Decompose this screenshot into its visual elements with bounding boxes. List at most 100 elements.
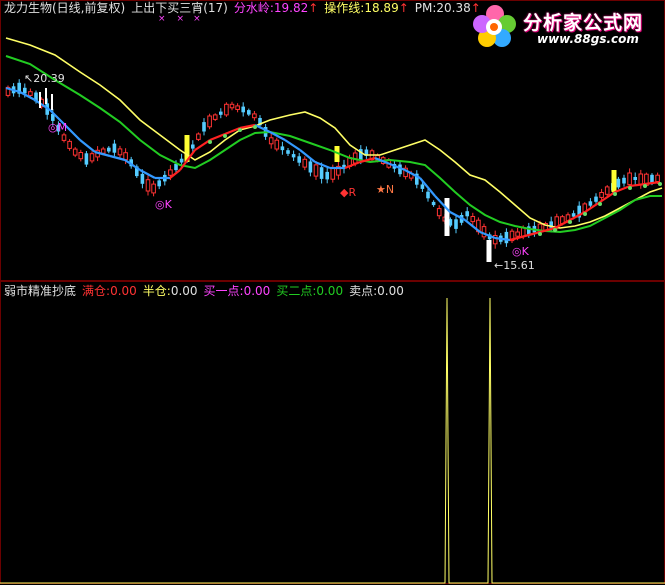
high-marker-value: 20.39 — [33, 72, 65, 85]
candle-body — [622, 177, 626, 184]
candle-body — [72, 148, 78, 156]
mai2-label: 买二点: — [276, 284, 317, 298]
highlight-bar — [486, 240, 492, 262]
caozuoxian-value: 18.89 — [364, 1, 399, 15]
signal-label-m: ◎M — [48, 121, 68, 134]
pm-segment — [239, 123, 256, 130]
candle-body — [89, 153, 95, 162]
mai2-value: 0.00 — [316, 284, 344, 298]
sub-panel-frame — [0, 281, 665, 584]
signal-label-n: ★N — [376, 183, 395, 196]
candle-body — [515, 231, 520, 237]
candle-body — [465, 211, 469, 217]
highlight-bar — [444, 198, 450, 236]
candle-body — [436, 208, 442, 217]
trend-dot — [568, 220, 572, 224]
pm-value: 20.38 — [436, 1, 471, 15]
sub-chart-header: 弱市精准抄底 满仓:0.00 半仓:0.00 买一点:0.00 买二点:0.00 卖点:0… — [4, 284, 410, 298]
candle-body — [633, 177, 637, 180]
candle-body — [588, 201, 593, 206]
trend-dot — [628, 186, 632, 190]
candle-body — [157, 180, 161, 187]
trend-dot — [253, 125, 257, 129]
candle-body — [426, 191, 430, 199]
candle-body — [504, 231, 509, 244]
candle-body — [313, 164, 319, 177]
sub-indicator-name: 弱市精准抄底 — [4, 284, 77, 298]
candle-body — [302, 158, 308, 168]
signal-label-k: ◎K — [155, 198, 172, 211]
pm-label: PM: — [414, 1, 437, 15]
pm-segment — [284, 139, 301, 151]
stock-name: 龙力生物(日线,前复权) — [4, 1, 126, 15]
highlight-bar — [611, 170, 617, 192]
trend-dot — [613, 192, 617, 196]
candle-body — [627, 172, 632, 186]
indicator-name: 上出下买三宵(17) — [131, 1, 228, 15]
trend-dot — [208, 140, 212, 144]
caozuoxian-line — [5, 55, 662, 234]
candle-body — [100, 148, 106, 154]
trend-dot — [553, 228, 557, 232]
x-mark: × — [176, 14, 185, 24]
flower-logo-icon — [473, 5, 516, 47]
candle-body — [219, 111, 223, 115]
candle-body — [330, 167, 336, 180]
trend-dot — [643, 184, 647, 188]
mai1-label: 买一点: — [203, 284, 244, 298]
mai1-value: 0.00 — [243, 284, 271, 298]
pm-segment — [584, 201, 601, 213]
candle-body — [599, 192, 604, 198]
candle-body — [252, 113, 257, 119]
trend-dot — [583, 212, 587, 216]
signal-label-k2: ◎K — [512, 245, 529, 258]
candle-body — [28, 91, 33, 96]
pm-segment — [389, 162, 406, 172]
watermark-url: www.88gs.com — [537, 32, 639, 46]
candle-body — [235, 105, 240, 111]
candle-body — [638, 173, 644, 186]
top-x-marks: × × × — [158, 14, 201, 24]
x-mark: × — [158, 14, 166, 24]
pm-segment — [109, 154, 126, 162]
candle-body — [61, 134, 67, 141]
bancang-label: 半仓: — [142, 284, 171, 298]
mancang-label: 满仓: — [82, 284, 111, 298]
candle-body — [174, 163, 178, 171]
trend-dot — [238, 128, 242, 132]
candle-body — [145, 179, 151, 192]
candle-body — [247, 110, 251, 115]
low-price-marker: ←15.61 — [494, 259, 535, 272]
fenshuiling-arrow-icon: ↑ — [308, 1, 319, 15]
bottom-indicator-line — [0, 297, 665, 584]
maidian-label: 卖点: — [349, 284, 378, 298]
pm-segment — [209, 132, 226, 142]
pm-segment — [79, 139, 96, 153]
candle-body — [655, 174, 660, 182]
pm-segment — [299, 149, 316, 163]
candle-body — [229, 103, 235, 109]
pm-segment — [19, 91, 36, 101]
candle-body — [207, 115, 212, 128]
trend-dot — [538, 232, 542, 236]
candle-body — [431, 201, 436, 206]
trend-dot — [223, 134, 227, 138]
fenshuiling-value: 19.82 — [273, 1, 309, 15]
maidian-value: 0.00 — [377, 284, 404, 298]
caozuoxian-arrow-icon: ↑ — [398, 1, 409, 15]
candle-body — [268, 137, 274, 145]
pm-segment — [629, 182, 646, 188]
candle-body — [202, 122, 206, 132]
trend-dot — [658, 182, 662, 186]
candle-body — [191, 144, 195, 149]
candle-body — [212, 114, 218, 120]
high-price-marker: ↖20.39 — [24, 72, 65, 85]
candle-body — [420, 184, 425, 189]
candle-body — [291, 154, 296, 158]
main-chart-header: 龙力生物(日线,前复权) 上出下买三宵(17) 分水岭:19.82↑ 操作线:18.8… — [4, 1, 487, 15]
pm-segment — [344, 160, 361, 170]
candle-body — [616, 178, 621, 188]
candle-body — [604, 186, 610, 195]
candle-body — [274, 139, 280, 150]
candle-body — [454, 219, 458, 229]
